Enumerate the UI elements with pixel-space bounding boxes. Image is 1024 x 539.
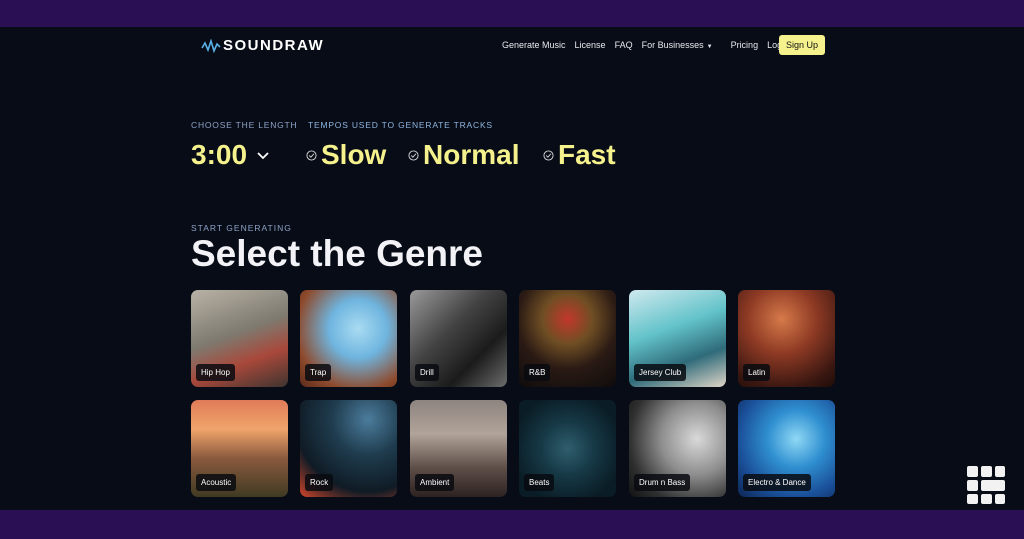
tempo-option-slow[interactable]: Slow <box>306 139 386 171</box>
genre-label: Ambient <box>415 474 455 491</box>
genre-label: Electro & Dance <box>743 474 811 491</box>
check-circle-icon <box>543 149 554 161</box>
length-value: 3:00 <box>191 139 248 170</box>
top-frame-bar <box>0 0 1024 27</box>
tempo-option-normal[interactable]: Normal <box>408 139 519 171</box>
genre-label: Drum n Bass <box>634 474 691 491</box>
genre-card-jersey-club[interactable]: Jersey Club <box>629 290 726 387</box>
signup-button[interactable]: Sign Up <box>779 35 825 55</box>
genre-card-trap[interactable]: Trap <box>300 290 397 387</box>
check-circle-icon <box>306 149 317 161</box>
genre-card-acoustic[interactable]: Acoustic <box>191 400 288 497</box>
genre-label: Hip Hop <box>196 364 235 381</box>
genre-label: Drill <box>415 364 439 381</box>
nav-faq[interactable]: FAQ <box>615 40 633 50</box>
length-select[interactable]: 3:00 <box>191 139 269 171</box>
genre-card-latin[interactable]: Latin <box>738 290 835 387</box>
logo[interactable]: SOUNDRAW <box>201 37 324 54</box>
tempo-slow-label: Slow <box>321 139 387 170</box>
genre-label: Latin <box>743 364 771 381</box>
genre-label: Beats <box>524 474 555 491</box>
genre-label: R&B <box>524 364 551 381</box>
logo-text: SOUNDRAW <box>223 37 325 54</box>
genre-card-drum-n-bass[interactable]: Drum n Bass <box>629 400 726 497</box>
chevron-down-icon: ▼ <box>706 44 713 50</box>
genre-card-electro-dance[interactable]: Electro & Dance <box>738 400 835 497</box>
genre-card-rock[interactable]: Rock <box>300 400 397 497</box>
genre-kicker: START GENERATING <box>191 223 292 233</box>
genre-card-ambient[interactable]: Ambient <box>410 400 507 497</box>
genre-card-beats[interactable]: Beats <box>519 400 616 497</box>
page-main: SOUNDRAW Generate Music License FAQ For … <box>0 27 1024 510</box>
genre-label: Jersey Club <box>634 364 687 381</box>
tempo-option-fast[interactable]: Fast <box>543 139 616 171</box>
page-title: Select the Genre <box>191 233 484 274</box>
watermark-grid-icon <box>967 466 1005 504</box>
nav-for-businesses-label: For Businesses <box>641 40 704 50</box>
tempo-fast-label: Fast <box>558 139 616 170</box>
chevron-down-icon <box>257 152 269 160</box>
genre-card-drill[interactable]: Drill <box>410 290 507 387</box>
length-label: CHOOSE THE LENGTH <box>191 120 298 130</box>
bottom-frame-bar <box>0 510 1024 539</box>
tempo-normal-label: Normal <box>423 139 520 170</box>
nav-for-businesses[interactable]: For Businesses ▼ <box>642 40 722 50</box>
nav-generate-music[interactable]: Generate Music <box>502 40 566 50</box>
nav-license[interactable]: License <box>575 40 606 50</box>
nav-pricing[interactable]: Pricing <box>731 40 759 50</box>
genre-label: Rock <box>305 474 334 491</box>
tempo-label: TEMPOS USED TO GENERATE TRACKS <box>308 120 493 130</box>
genre-card-hip-hop[interactable]: Hip Hop <box>191 290 288 387</box>
genre-label: Trap <box>305 364 332 381</box>
genre-card-rnb[interactable]: R&B <box>519 290 616 387</box>
check-circle-icon <box>408 149 419 161</box>
top-nav: Generate Music License FAQ For Businesse… <box>502 40 801 50</box>
genre-label: Acoustic <box>196 474 237 491</box>
logo-wave-icon <box>201 38 221 53</box>
